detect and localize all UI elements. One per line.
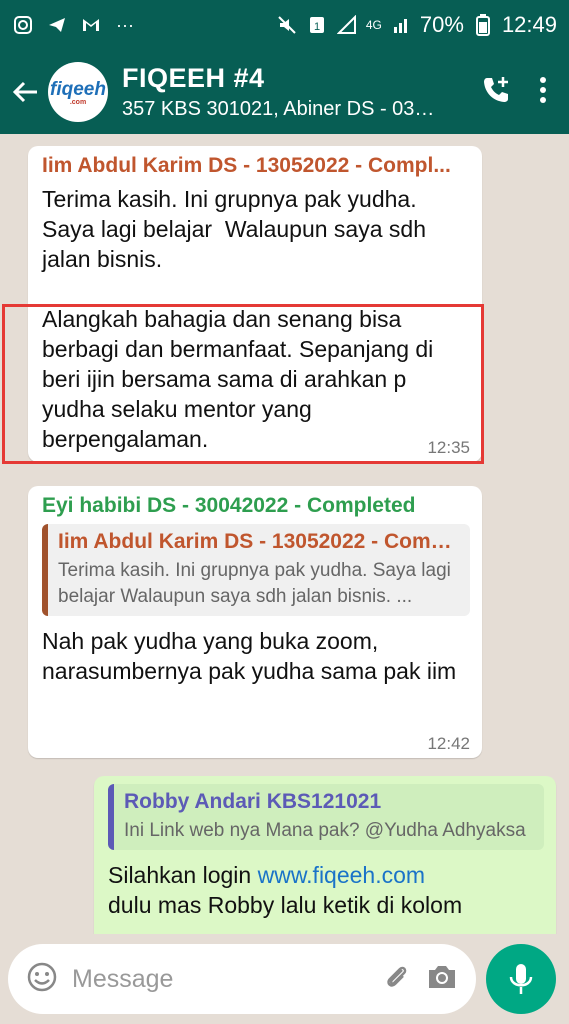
message-input[interactable]: Message [72, 965, 368, 994]
instagram-icon [12, 14, 34, 36]
message-time: 12:42 [427, 734, 470, 753]
more-notifications-icon: ··· [116, 14, 134, 35]
battery-icon [472, 14, 494, 36]
message-text: Silahkan login www.fiqeeh.com [108, 860, 544, 890]
chat-area[interactable]: Iim Abdul Karim DS - 13052022 - Compl...… [0, 134, 569, 934]
message-text: Nah pak yudha yang buka zoom, narasumber… [42, 628, 457, 684]
microphone-icon [509, 964, 533, 994]
highlight-box [2, 304, 484, 464]
group-info[interactable]: FIQEEH #4 357 KBS 301021, Abiner DS - 03… [122, 63, 442, 121]
attachment-icon[interactable] [382, 962, 412, 997]
message-text-continued: dulu mas Robby lalu ketik di kolom [108, 892, 463, 918]
back-arrow-icon [12, 81, 37, 103]
group-title: FIQEEH #4 [122, 63, 265, 93]
sim-icon: 1 [306, 14, 328, 36]
more-options-icon[interactable] [539, 76, 547, 109]
gmail-icon [80, 14, 102, 36]
message-link[interactable]: www.fiqeeh.com [258, 862, 425, 888]
group-avatar[interactable]: fiqeeh .com [48, 62, 108, 122]
message-bubble[interactable]: Eyi habibi DS - 30042022 - Completed Iim… [28, 486, 482, 758]
signal-2-icon [390, 14, 412, 36]
quoted-text: Terima kasih. Ini grupnya pak yudha. Say… [58, 560, 451, 607]
message-input-box[interactable]: Message [8, 944, 476, 1014]
message-sender: Eyi habibi DS - 30042022 - Completed [42, 494, 416, 517]
mute-icon [276, 14, 298, 36]
quoted-message[interactable]: Iim Abdul Karim DS - 13052022 - Comp... … [42, 524, 470, 616]
group-subtitle: 357 KBS 301021, Abiner DS - 030... [122, 98, 442, 120]
add-call-icon[interactable] [481, 75, 511, 110]
emoji-icon[interactable] [26, 961, 58, 998]
status-bar: ··· 1 4G 70% 12:49 [0, 0, 569, 50]
message-text: Terima kasih. Ini grupnya pak yudha. Say… [42, 186, 433, 272]
quoted-sender: Robby Andari KBS121021 [124, 790, 382, 813]
svg-text:1: 1 [314, 21, 320, 33]
clock: 12:49 [501, 12, 557, 37]
quoted-message[interactable]: Robby Andari KBS121021 Ini Link web nya … [108, 784, 544, 850]
avatar-logo-text: fiqeeh [50, 78, 106, 100]
avatar-logo-sub: .com [69, 98, 87, 106]
network-type: 4G [365, 18, 382, 32]
quoted-text: Ini Link web nya Mana pak? @Yudha Adhyak… [124, 820, 526, 841]
battery-percent: 70% [419, 12, 464, 37]
voice-message-button[interactable] [486, 944, 556, 1014]
compose-bar: Message [0, 934, 569, 1024]
back-button[interactable] [2, 69, 48, 115]
message-sender: Iim Abdul Karim DS - 13052022 - Compl... [42, 154, 451, 177]
camera-icon[interactable] [426, 962, 458, 997]
message-bubble[interactable]: Robby Andari KBS121021 Ini Link web nya … [94, 776, 556, 934]
message-text-prefix: Silahkan login [108, 862, 258, 888]
signal-1-icon [336, 14, 358, 36]
quoted-sender: Iim Abdul Karim DS - 13052022 - Comp... [58, 530, 460, 553]
telegram-icon [46, 14, 68, 36]
chat-header: fiqeeh .com FIQEEH #4 357 KBS 301021, Ab… [0, 50, 569, 134]
